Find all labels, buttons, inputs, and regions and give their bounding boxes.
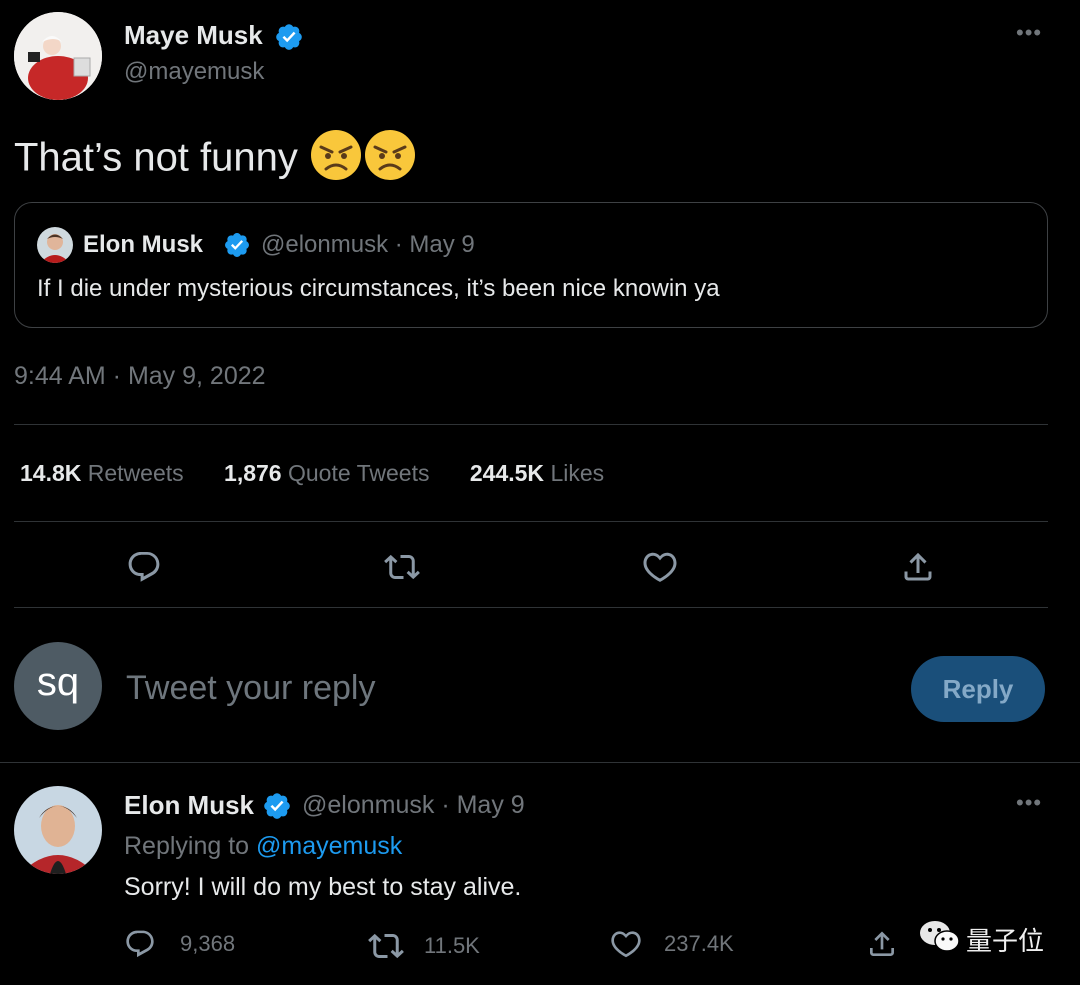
like-icon [610,928,642,960]
more-icon[interactable]: ••• [1016,790,1042,816]
elon-avatar[interactable] [14,786,102,874]
quotes-label: Quote Tweets [287,460,430,486]
angry-face-emoji [309,128,363,192]
replying-to-handle[interactable]: @mayemusk [256,832,402,860]
reply-action-like[interactable]: 237.4K [610,928,734,960]
reply-action-reply[interactable]: 9,368 [124,928,235,960]
divider [14,424,1048,425]
retweets-count: 14.8K [20,460,82,486]
quoted-author-name: Elon Musk [83,231,204,258]
reply-tweet-text: Sorry! I will do my best to stay alive. [124,873,522,901]
reply-retweet-count: 11.5K [424,933,480,958]
divider [14,521,1048,522]
share-icon[interactable] [866,928,898,960]
replying-to-line: Replying to @mayemusk [124,832,402,861]
reply-like-count: 237.4K [664,931,734,956]
like-icon[interactable] [642,549,678,585]
share-icon[interactable] [900,549,936,585]
main-tweet-text: That’s not funny [14,135,298,180]
reply-button[interactable]: Reply [911,656,1045,722]
main-author-handle[interactable]: @mayemusk [124,58,264,86]
reply-icon [124,928,156,960]
angry-face-emoji [363,128,417,192]
main-tweet-text-row: That’s not funny [14,128,417,192]
quoted-tweet-card[interactable]: Elon Musk @elonmusk · May 9 If I die und… [14,202,1048,328]
reply-icon[interactable] [126,549,162,585]
quotes-count: 1,876 [224,460,282,486]
composer-avatar[interactable]: sq [14,642,102,730]
retweet-icon[interactable] [384,549,420,585]
verified-badge-icon [262,791,292,826]
likes-count: 244.5K [469,460,545,486]
reply-author-name[interactable]: Elon Musk [124,790,254,821]
quoted-tweet-text: If I die under mysterious circumstances,… [37,275,720,302]
retweet-icon [368,928,404,964]
main-author-name[interactable]: Maye Musk [124,20,263,51]
replying-to-prefix: Replying to [124,832,250,860]
reply-action-retweet[interactable]: 11.5K [368,928,480,964]
retweets-stat[interactable]: 14.8K Retweets [20,460,184,486]
maye-avatar[interactable] [14,12,102,100]
reply-handle-date[interactable]: @elonmusk · May 9 [302,791,525,820]
watermark-text: 量子位 [966,927,1045,957]
tweet-reply-input[interactable]: Tweet your reply [126,669,826,708]
stats-row: 14.8K Retweets 1,876 Quote Tweets 244.5K… [20,460,604,487]
quoted-author-avatar [37,227,73,263]
composer-avatar-initials: sq [36,659,80,704]
tweet-timestamp[interactable]: 9:44 AM · May 9, 2022 [14,362,266,391]
quoted-handle-date: @elonmusk · May 9 [261,231,475,258]
likes-label: Likes [550,460,605,486]
watermark: 量子位 [918,918,1044,961]
divider [0,762,1080,763]
likes-stat[interactable]: 244.5K Likes [470,460,604,486]
verified-badge-icon [223,231,251,264]
quotes-stat[interactable]: 1,876 Quote Tweets [224,460,429,486]
more-icon[interactable]: ••• [1016,20,1042,46]
wechat-icon [918,918,962,961]
retweets-label: Retweets [87,460,184,486]
verified-badge-icon [274,22,304,57]
reply-count: 9,368 [180,931,236,956]
divider [14,607,1048,608]
